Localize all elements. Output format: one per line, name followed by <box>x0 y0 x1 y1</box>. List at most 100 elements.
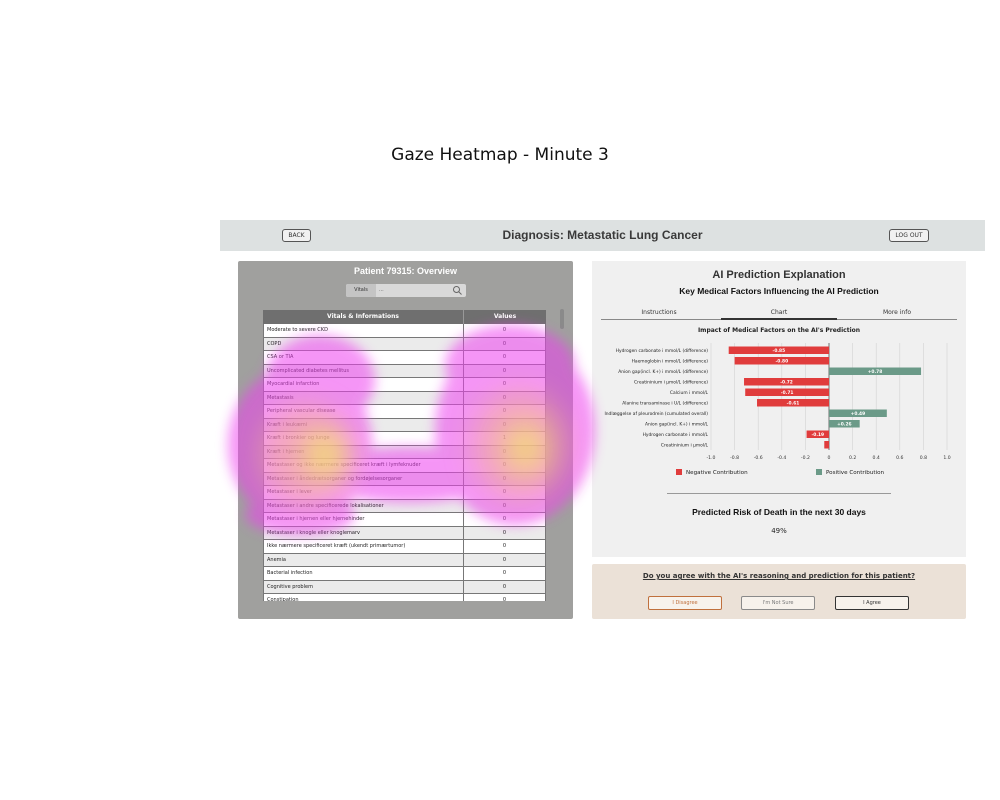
x-tick-label: -1.0 <box>707 455 716 461</box>
vital-value: 0 <box>464 472 546 485</box>
category-label: Alanine transaminase i U/L (difference) <box>622 400 708 406</box>
vital-value: 0 <box>464 553 546 566</box>
table-row: Metastaser i åndedrætsorganer og fordøje… <box>263 472 546 486</box>
x-tick-label: 0.2 <box>849 455 856 461</box>
tab-more-info[interactable]: More info <box>847 307 947 320</box>
category-label: Creatininium i μmol/L <box>661 442 709 448</box>
search-input[interactable]: ... <box>376 284 452 297</box>
vital-name: CSA or TIA <box>263 351 464 364</box>
table-row: Uncomplicated diabetes mellitus 0 <box>263 364 546 378</box>
data-label: +0.78 <box>868 369 883 375</box>
legend-swatch <box>676 469 682 475</box>
column-header-values: Values <box>493 313 517 320</box>
x-tick-label: -0.2 <box>801 455 810 461</box>
data-label: -0.80 <box>775 358 788 364</box>
category-label: Hydrogen carbonate i mmol/L <box>643 432 709 438</box>
vital-name: Bacterial infection <box>263 567 464 580</box>
figure-title: Gaze Heatmap - Minute 3 <box>391 145 609 165</box>
vital-name: Moderate to severe CKD <box>263 324 464 337</box>
vital-value: 0 <box>464 540 546 553</box>
vital-value: 1 <box>464 432 546 445</box>
vital-name: Kræft i leukæmi <box>263 418 464 431</box>
table-row: Metastaser i andre specificerede lokalis… <box>263 499 546 513</box>
data-label: -0.19 <box>811 432 824 438</box>
table-row: Bacterial infection 0 <box>263 567 546 581</box>
logout-button[interactable]: LOG OUT <box>889 229 929 242</box>
vital-name: Uncomplicated diabetes mellitus <box>263 364 464 377</box>
vital-value: 0 <box>464 391 546 404</box>
legend-label: Positive Contribution <box>826 470 885 476</box>
page-title: Diagnosis: Metastatic Lung Cancer <box>502 228 703 242</box>
table-row: Peripheral vascular disease 0 <box>263 405 546 419</box>
category-label: Anion gap(incl. K+) i mmol/L (difference… <box>618 369 708 375</box>
vital-name: Ikke nærmere specificeret kræft (ukendt … <box>263 540 464 553</box>
vital-name: Metastaser i knogle eller knoglemarv <box>263 526 464 539</box>
vital-value: 0 <box>464 580 546 593</box>
table-row: Constipation 0 <box>263 594 546 601</box>
search-icon[interactable] <box>452 285 463 296</box>
table-header: Vitals & Informations Values <box>263 310 546 324</box>
category-label: Haemoglobin i mmol/L (difference) <box>632 358 709 364</box>
column-header-vitals: Vitals & Informations <box>263 310 464 324</box>
risk-value: 49% <box>771 527 787 535</box>
search-category-label[interactable]: Vitals <box>346 284 376 297</box>
x-tick-label: -0.6 <box>754 455 763 461</box>
vital-value: 0 <box>464 486 546 499</box>
app-window: BACK Diagnosis: Metastatic Lung Cancer L… <box>220 220 985 620</box>
vital-name: Myocardial infarction <box>263 378 464 391</box>
vital-value: 0 <box>464 364 546 377</box>
x-tick-label: -0.8 <box>730 455 739 461</box>
vital-name: Metastaser i andre specificerede lokalis… <box>263 499 464 512</box>
table-row: COPD 0 <box>263 337 546 351</box>
vitals-search[interactable]: Vitals ... <box>346 284 466 297</box>
table-body: Moderate to severe CKD 0 COPD 0 CSA or TIA 0 U… <box>263 324 546 601</box>
category-label: Creatininium i μmol/L (difference) <box>634 379 708 385</box>
vital-name: Anemia <box>263 553 464 566</box>
vital-name: Metastaser i åndedrætsorganer og fordøje… <box>263 472 464 485</box>
vital-name: Metastasis <box>263 391 464 404</box>
x-tick-label: -0.4 <box>777 455 786 461</box>
vital-value: 0 <box>464 337 546 350</box>
not-sure-button[interactable]: I'm Not Sure <box>741 596 815 610</box>
table-row: Cognitive problem 0 <box>263 580 546 594</box>
vital-name: Kræft i bronkier og lunge <box>263 432 464 445</box>
factor-impact-chart: -1.0 -0.8 -0.6 -0.4 -0.2 0 0.2 0.4 0.6 0.8 1.0 Hydr… <box>604 343 951 476</box>
table-row: Kræft i leukæmi 0 <box>263 418 546 432</box>
tab-chart[interactable]: Chart <box>721 307 837 320</box>
category-label: Hydrogen carbonate i mmol/L (difference) <box>616 348 709 354</box>
table-row: Moderate to severe CKD 0 <box>263 324 546 338</box>
category-label: Anion gap(incl. K+) i mmol/L <box>645 421 708 427</box>
x-tick-label: 0.8 <box>920 455 927 461</box>
table-row: Kræft i bronkier og lunge 1 <box>263 432 546 446</box>
data-label: +0.26 <box>837 421 852 427</box>
table-row: Metastasis 0 <box>263 391 546 405</box>
table-row: Ikke nærmere specificeret kræft (ukendt … <box>263 540 546 554</box>
disagree-button[interactable]: I Disagree <box>648 596 722 610</box>
legend-label: Negative Contribution <box>686 470 748 476</box>
vital-name: Peripheral vascular disease <box>263 405 464 418</box>
tab-instructions[interactable]: Instructions <box>609 307 709 320</box>
vital-value: 0 <box>464 459 546 472</box>
vital-value: 0 <box>464 499 546 512</box>
vital-value: 0 <box>464 445 546 458</box>
vital-value: 0 <box>464 418 546 431</box>
table-row: Metastaser i hjernen eller hjernehinder 0 <box>263 513 546 527</box>
tab-bar: Instructions Chart More info <box>601 306 957 320</box>
overview-title: Patient 79315: Overview <box>353 266 458 276</box>
data-label: -0.85 <box>773 348 786 354</box>
vital-name: Kræft i hjernen <box>263 445 464 458</box>
risk-label: Predicted Risk of Death in the next 30 d… <box>692 507 866 517</box>
ai-panel-subtitle: Key Medical Factors Influencing the AI P… <box>679 286 879 296</box>
vital-value: 0 <box>464 594 546 601</box>
x-tick-label: 0 <box>828 455 831 461</box>
data-label: -0.61 <box>787 400 800 406</box>
agree-button[interactable]: I Agree <box>835 596 909 610</box>
table-row: Metastaser i knogle eller knoglemarv 0 <box>263 526 546 540</box>
vital-value: 0 <box>464 513 546 526</box>
agreement-panel: Do you agree with the AI's reasoning and… <box>592 564 966 619</box>
x-tick-label: 0.4 <box>873 455 880 461</box>
table-scrollbar[interactable] <box>560 309 564 329</box>
data-label: -0.72 <box>780 379 793 385</box>
agreement-question: Do you agree with the AI's reasoning and… <box>642 572 916 580</box>
divider <box>667 493 891 494</box>
